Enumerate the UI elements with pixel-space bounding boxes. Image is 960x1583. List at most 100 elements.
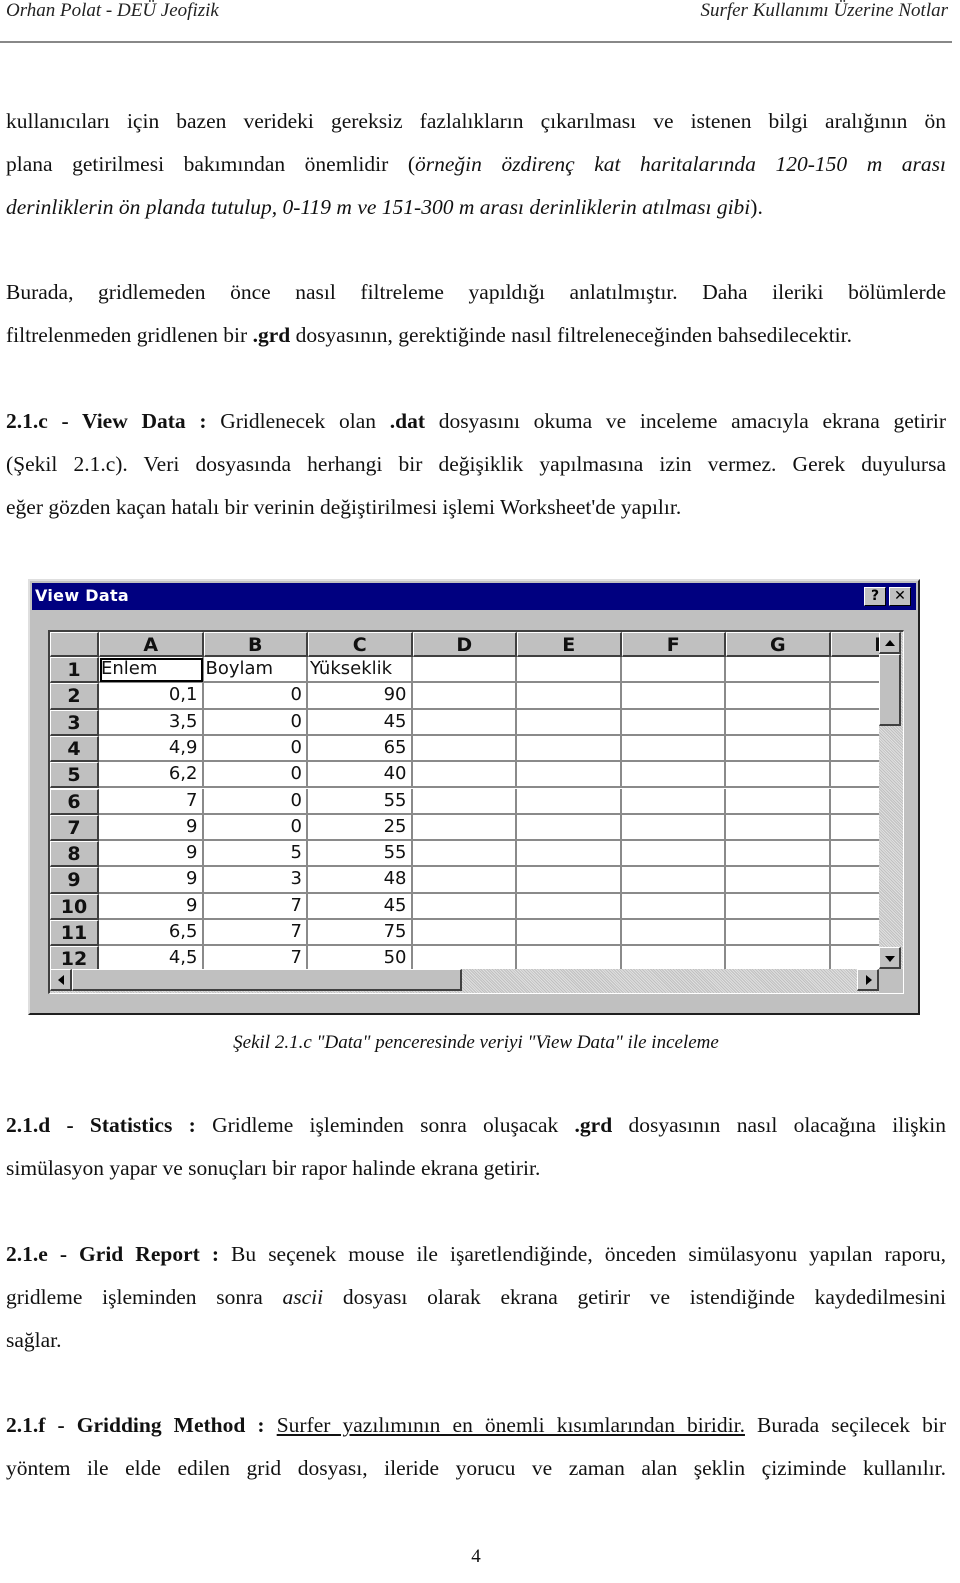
grid-cell[interactable]	[412, 709, 517, 736]
column-header-g[interactable]: G	[726, 632, 831, 657]
grid-cell[interactable]: 7	[203, 893, 308, 920]
grid-cell[interactable]: 3,5	[99, 709, 204, 736]
grid-cell[interactable]	[621, 814, 726, 842]
grid-cell[interactable]	[517, 788, 622, 815]
grid-cell[interactable]	[726, 709, 831, 736]
grid-cell[interactable]	[412, 867, 517, 894]
grid-cell[interactable]: 75	[308, 920, 413, 947]
grid-cell[interactable]	[517, 893, 622, 920]
grid-cell[interactable]	[726, 841, 831, 868]
row-header[interactable]: 1	[50, 657, 99, 684]
grid-cell[interactable]: 7	[99, 788, 204, 815]
grid-cell[interactable]	[621, 657, 726, 684]
grid-cell[interactable]: 0	[203, 814, 308, 842]
grid-cell[interactable]: 9	[99, 841, 204, 868]
grid-cell[interactable]	[621, 920, 726, 947]
grid-cell[interactable]	[412, 788, 517, 815]
grid-cell[interactable]	[726, 867, 831, 894]
grid-cell[interactable]	[621, 841, 726, 868]
grid-cell[interactable]	[621, 709, 726, 736]
grid-cell[interactable]: 7	[203, 920, 308, 947]
column-header-b[interactable]: B	[203, 632, 308, 657]
vertical-scrollbar[interactable]	[879, 632, 903, 969]
grid-cell[interactable]: 90	[308, 683, 413, 710]
grid-cell[interactable]	[726, 735, 831, 763]
grid-cell[interactable]: 3	[203, 867, 308, 894]
grid-cell[interactable]: 45	[308, 709, 413, 736]
column-header-f[interactable]: F	[621, 632, 726, 657]
grid-cell[interactable]: 9	[99, 867, 204, 894]
grid-cell[interactable]	[412, 893, 517, 920]
row-header[interactable]: 3	[50, 709, 99, 736]
grid-cell[interactable]	[517, 841, 622, 868]
scroll-right-button[interactable]	[857, 969, 879, 991]
grid-cell[interactable]: 0	[203, 735, 308, 763]
grid-cell[interactable]	[517, 920, 622, 947]
grid-cell[interactable]: 0	[203, 709, 308, 736]
row-header[interactable]: 4	[50, 735, 99, 763]
row-header[interactable]: 2	[50, 683, 99, 710]
scroll-left-button[interactable]	[50, 969, 72, 991]
row-header[interactable]: 9	[50, 867, 99, 894]
grid-cell[interactable]: 9	[99, 893, 204, 920]
grid-cell[interactable]	[517, 709, 622, 736]
grid-cell[interactable]	[726, 893, 831, 920]
close-button[interactable]: ✕	[889, 587, 911, 606]
help-button[interactable]: ?	[864, 587, 886, 606]
row-header[interactable]: 11	[50, 920, 99, 947]
grid-cell[interactable]	[517, 683, 622, 710]
select-all-corner[interactable]	[50, 632, 99, 657]
grid-cell[interactable]: 45	[308, 893, 413, 920]
row-header[interactable]: 8	[50, 841, 99, 868]
vertical-scroll-thumb[interactable]	[879, 654, 901, 726]
grid-cell[interactable]	[726, 814, 831, 842]
row-header[interactable]: 5	[50, 762, 99, 789]
grid-cell[interactable]	[726, 683, 831, 710]
grid-cell[interactable]: 4,9	[99, 735, 204, 763]
grid-cell[interactable]: 40	[308, 762, 413, 789]
grid-cell[interactable]	[621, 867, 726, 894]
grid-cell[interactable]	[726, 657, 831, 684]
grid-cell[interactable]: 0,1	[99, 683, 204, 710]
grid-cell[interactable]	[517, 762, 622, 789]
grid-cell[interactable]	[621, 893, 726, 920]
scroll-down-button[interactable]	[879, 947, 901, 969]
grid-cell[interactable]: 0	[203, 788, 308, 815]
grid-cell[interactable]: 25	[308, 814, 413, 842]
grid-cell[interactable]: 0	[203, 683, 308, 710]
grid-cell[interactable]: 9	[99, 814, 204, 842]
horizontal-scrollbar[interactable]	[50, 969, 879, 993]
grid-cell[interactable]: Boylam	[203, 657, 308, 684]
grid-cell[interactable]: Yükseklik	[308, 657, 413, 684]
scroll-up-button[interactable]	[879, 632, 901, 654]
grid-cell[interactable]	[621, 683, 726, 710]
grid-cell[interactable]	[412, 657, 517, 684]
horizontal-scroll-thumb[interactable]	[72, 969, 462, 991]
row-header[interactable]: 6	[50, 788, 99, 815]
grid-cell[interactable]	[412, 814, 517, 842]
grid-cell[interactable]: 48	[308, 867, 413, 894]
grid-cell[interactable]: 6,2	[99, 762, 204, 789]
grid-cell[interactable]	[517, 735, 622, 763]
grid-cell[interactable]	[621, 762, 726, 789]
row-header[interactable]: 7	[50, 814, 99, 842]
grid-cell[interactable]: 6,5	[99, 920, 204, 947]
column-header-e[interactable]: E	[517, 632, 622, 657]
grid-cell[interactable]: 5	[203, 841, 308, 868]
grid-cell[interactable]	[412, 683, 517, 710]
grid-cell[interactable]: 55	[308, 841, 413, 868]
grid-cell[interactable]	[412, 762, 517, 789]
grid-cell[interactable]	[726, 788, 831, 815]
grid-cell[interactable]	[621, 735, 726, 763]
row-header[interactable]: 10	[50, 893, 99, 920]
grid-cell[interactable]	[517, 867, 622, 894]
grid-cell[interactable]	[517, 657, 622, 684]
grid-cell[interactable]	[726, 920, 831, 947]
grid-cell[interactable]	[412, 735, 517, 763]
column-header-c[interactable]: C	[308, 632, 413, 657]
window-titlebar[interactable]: View Data ? ✕	[32, 583, 916, 610]
grid-cell[interactable]: 55	[308, 788, 413, 815]
grid-cell[interactable]	[412, 841, 517, 868]
grid-cell[interactable]: Enlem	[99, 657, 204, 684]
grid-cell[interactable]	[412, 920, 517, 947]
